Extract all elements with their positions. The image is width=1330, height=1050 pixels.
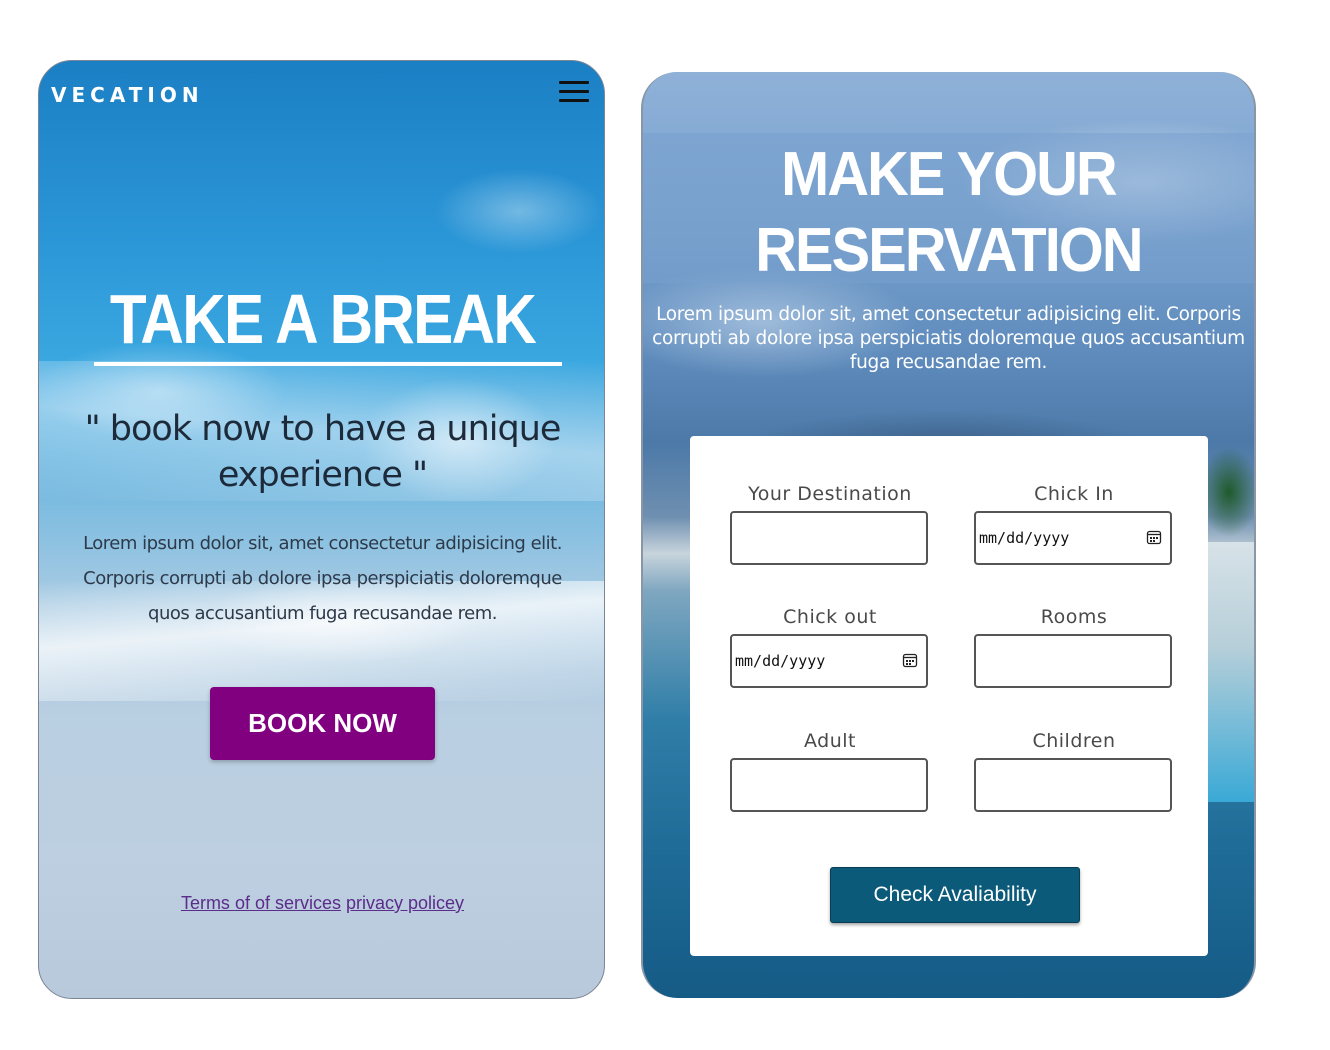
hamburger-menu-icon[interactable] (559, 81, 589, 103)
terms-link[interactable]: Terms of of services (181, 893, 341, 913)
check-availability-button[interactable]: Check Avaliability (830, 867, 1080, 923)
checkin-placeholder: mm/dd/yyyy (979, 529, 1070, 547)
reservation-form: Your Destination Chick In mm/dd/yyyy Chi… (690, 436, 1208, 956)
checkout-field: Chick out mm/dd/yyyy (730, 605, 930, 688)
adult-label: Adult (804, 730, 856, 752)
checkin-date-input[interactable]: mm/dd/yyyy (974, 511, 1172, 565)
reservation-title: MAKE YOUR RESERVATION (755, 140, 1143, 285)
destination-label: Your Destination (748, 483, 912, 505)
checkin-field: Chick In mm/dd/yyyy (974, 482, 1174, 565)
checkin-label: Chick In (1034, 483, 1114, 505)
children-input[interactable] (974, 758, 1172, 812)
adult-input[interactable] (730, 758, 928, 812)
privacy-link[interactable]: privacy policey (346, 893, 464, 913)
rooms-field: Rooms (974, 605, 1174, 688)
rooms-label: Rooms (1040, 606, 1108, 628)
reservation-screen: MAKE YOUR RESERVATION Lorem ipsum dolor … (641, 72, 1256, 998)
book-now-button[interactable]: BOOK NOW (210, 687, 435, 760)
hero-quote: " book now to have a unique experience " (84, 409, 562, 495)
checkout-placeholder: mm/dd/yyyy (735, 652, 826, 670)
hero-description: Lorem ipsum dolor sit, amet consectetur … (83, 533, 562, 624)
rooms-input[interactable] (974, 634, 1172, 688)
calendar-icon[interactable] (1146, 529, 1162, 545)
destination-input[interactable] (730, 511, 928, 565)
brand-logo[interactable]: VECATION (51, 83, 204, 107)
reservation-description: Lorem ipsum dolor sit, amet consectetur … (652, 304, 1245, 373)
adult-field: Adult (730, 729, 930, 812)
destination-field: Your Destination (730, 482, 930, 565)
calendar-icon[interactable] (902, 652, 918, 668)
checkout-label: Chick out (783, 606, 877, 628)
vacation-landing-screen: VECATION TAKE A BREAK " book now to have… (38, 60, 605, 999)
children-field: Children (974, 729, 1174, 812)
footer-links: Terms of of services privacy policey (39, 893, 604, 914)
children-label: Children (1032, 730, 1116, 752)
hero-underline (94, 362, 562, 366)
hero-title: TAKE A BREAK (109, 280, 537, 358)
checkout-date-input[interactable]: mm/dd/yyyy (730, 634, 928, 688)
